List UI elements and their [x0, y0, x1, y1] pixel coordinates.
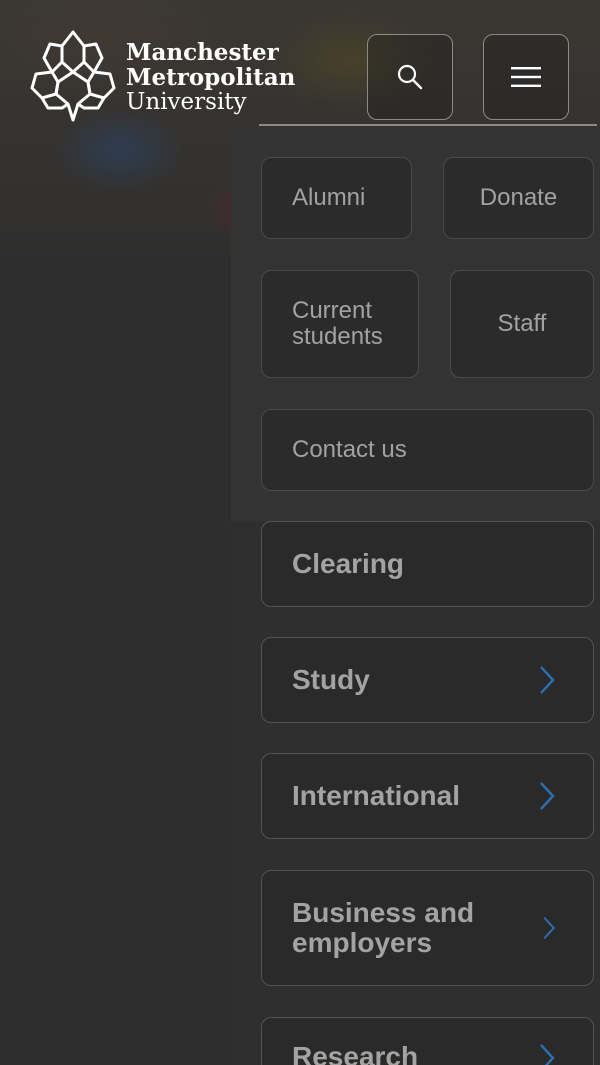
nav-item-international[interactable]: International: [261, 753, 594, 839]
utility-link-label-line-1: Current: [292, 297, 373, 324]
utility-link-staff[interactable]: Staff: [450, 270, 594, 378]
chevron-right-icon: [540, 1044, 555, 1065]
wordmark-line-2: Metropolitan: [126, 64, 296, 91]
nav-item-label-line-1: Business and: [292, 897, 475, 928]
chevron-right-icon: [540, 666, 555, 694]
university-wordmark: Manchester Metropolitan University: [126, 40, 295, 115]
utility-link-label: Contact us: [292, 436, 407, 463]
utility-link-contact-us[interactable]: Contact us: [261, 409, 594, 491]
nav-item-label: Study: [292, 664, 370, 695]
nav-item-label: Clearing: [292, 548, 405, 579]
utility-link-label: Staff: [497, 310, 547, 337]
nav-item-study[interactable]: Study: [261, 637, 594, 723]
nav-item-label-line-2: employers: [292, 927, 433, 958]
wordmark-line-3: University: [126, 89, 247, 115]
chevron-right-icon: [543, 916, 556, 940]
daisy-logo-icon: [30, 30, 116, 122]
nav-item-label: Business and employers: [292, 898, 474, 958]
nav-item-clearing[interactable]: Clearing: [261, 521, 594, 607]
utility-link-label-line-2: students: [292, 323, 383, 350]
nav-item-label: Research: [292, 1041, 419, 1065]
utility-link-current-students[interactable]: Current students: [261, 270, 419, 378]
search-icon: [397, 64, 423, 90]
site-header: Manchester Metropolitan University: [0, 0, 600, 130]
chevron-right-icon: [540, 782, 555, 810]
utility-link-alumni[interactable]: Alumni: [261, 157, 412, 239]
utility-link-donate[interactable]: Donate: [443, 157, 594, 239]
nav-item-research[interactable]: Research: [261, 1017, 594, 1065]
university-logo-link[interactable]: Manchester Metropolitan University: [28, 28, 308, 128]
nav-item-business-and-employers[interactable]: Business and employers: [261, 870, 594, 986]
utility-link-label: Current students: [292, 298, 383, 350]
hamburger-menu-icon: [511, 67, 541, 87]
utility-link-label: Donate: [479, 184, 558, 211]
utility-link-label: Alumni: [292, 184, 366, 211]
nav-item-label: International: [292, 780, 461, 811]
menu-active-underline: [259, 124, 597, 126]
menu-close-button[interactable]: [483, 34, 569, 120]
search-button[interactable]: [367, 34, 453, 120]
wordmark-line-1: Manchester: [126, 39, 279, 66]
